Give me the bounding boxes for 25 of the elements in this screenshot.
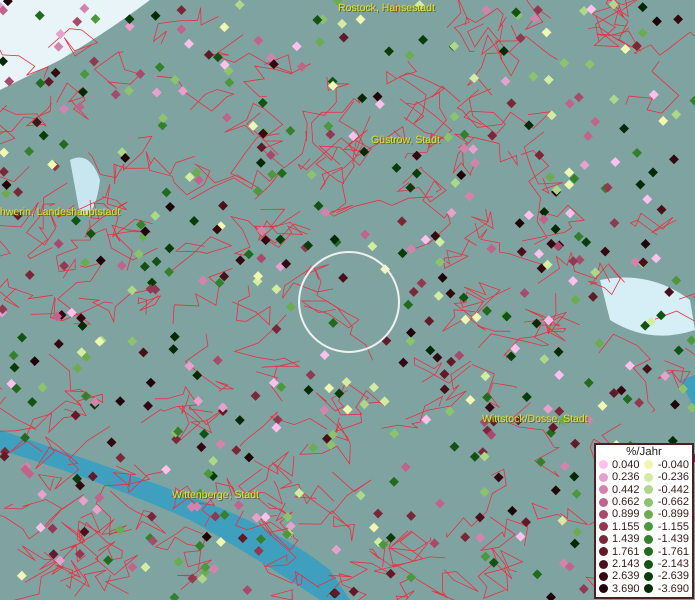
legend-value: -0.236 — [657, 471, 689, 484]
legend-value: -0.899 — [657, 508, 689, 520]
legend-value: -3.690 — [657, 582, 689, 595]
legend-title: %/Jahr — [625, 446, 663, 459]
legend-value: -1.439 — [657, 533, 689, 546]
legend-value: -1.761 — [657, 546, 689, 558]
city-label: Rostock, Hansestadt — [338, 2, 435, 14]
legend-value: -2.143 — [657, 558, 689, 570]
legend-value: 2.639 — [612, 570, 640, 582]
legend-value: -0.040 — [657, 458, 689, 471]
legend-value: 0.662 — [612, 496, 640, 508]
legend-value: 1.761 — [612, 546, 640, 558]
legend-value: 3.690 — [612, 582, 640, 595]
legend-value: 0.899 — [612, 508, 640, 520]
legend-value: -0.442 — [657, 484, 689, 496]
legend-value: -0.662 — [657, 496, 689, 508]
legend-value: 1.155 — [612, 520, 640, 533]
legend-value: -2.639 — [657, 570, 689, 582]
legend-value: 1.439 — [612, 533, 640, 546]
legend-value: 0.236 — [612, 471, 640, 484]
legend-value: 0.442 — [612, 484, 640, 496]
map-drawing[interactable] — [0, 0, 695, 600]
legend-value: -1.155 — [657, 520, 689, 533]
legend-value: 2.143 — [612, 558, 640, 570]
legend-value: 0.040 — [612, 458, 640, 471]
